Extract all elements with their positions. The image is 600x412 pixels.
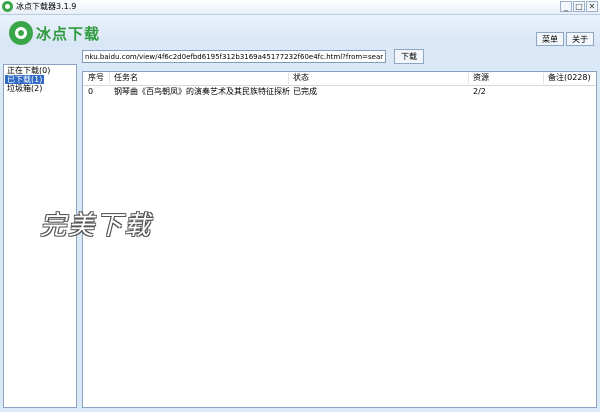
window-controls: _ □ ✕ bbox=[560, 1, 598, 12]
list-header: 序号 任务名 状态 资源 备注(0228) bbox=[83, 72, 596, 86]
column-note[interactable]: 备注(0228) bbox=[548, 72, 591, 84]
title-bar: 冰点下载器3.1.9 _ □ ✕ bbox=[0, 0, 600, 15]
column-divider bbox=[109, 73, 110, 84]
sidebar-item-downloading[interactable]: 正在下载(0) bbox=[5, 66, 52, 75]
maximize-button[interactable]: □ bbox=[573, 1, 585, 12]
column-divider bbox=[288, 73, 289, 84]
column-status[interactable]: 状态 bbox=[293, 72, 309, 84]
watermark: 完美下载 bbox=[40, 211, 153, 241]
url-input[interactable] bbox=[82, 50, 386, 63]
about-button[interactable]: 关于 bbox=[566, 32, 594, 46]
table-row[interactable]: 0 钢琴曲《百鸟朝凤》的演奏艺术及其民族特征探析 已完成 2/2 bbox=[83, 86, 596, 98]
sidebar-item-trash[interactable]: 垃圾箱(2) bbox=[5, 84, 44, 93]
app-header: 冰点下载 菜单 关于 bbox=[0, 15, 600, 47]
row-index: 0 bbox=[88, 87, 94, 96]
row-status: 已完成 bbox=[293, 87, 317, 96]
download-button[interactable]: 下载 bbox=[394, 49, 424, 64]
sidebar-item-downloaded[interactable]: 已下载(1) bbox=[5, 75, 45, 84]
app-icon bbox=[2, 1, 13, 12]
logo-text: 冰点下载 bbox=[36, 25, 101, 43]
column-index[interactable]: 序号 bbox=[88, 72, 104, 84]
column-divider bbox=[543, 73, 544, 84]
window-title: 冰点下载器3.1.9 bbox=[16, 2, 77, 11]
column-task[interactable]: 任务名 bbox=[114, 72, 138, 84]
task-list: 序号 任务名 状态 资源 备注(0228) 0 钢琴曲《百鸟朝凤》的演奏艺术及其… bbox=[82, 71, 597, 408]
minimize-button[interactable]: _ bbox=[560, 1, 572, 12]
close-button[interactable]: ✕ bbox=[586, 1, 598, 12]
top-menu: 菜单 关于 bbox=[536, 32, 594, 46]
column-divider bbox=[468, 73, 469, 84]
row-resource: 2/2 bbox=[473, 87, 486, 96]
column-resource[interactable]: 资源 bbox=[473, 72, 489, 84]
logo-icon bbox=[9, 21, 33, 45]
row-task: 钢琴曲《百鸟朝凤》的演奏艺术及其民族特征探析 bbox=[114, 87, 290, 96]
menu-button[interactable]: 菜单 bbox=[536, 32, 564, 46]
